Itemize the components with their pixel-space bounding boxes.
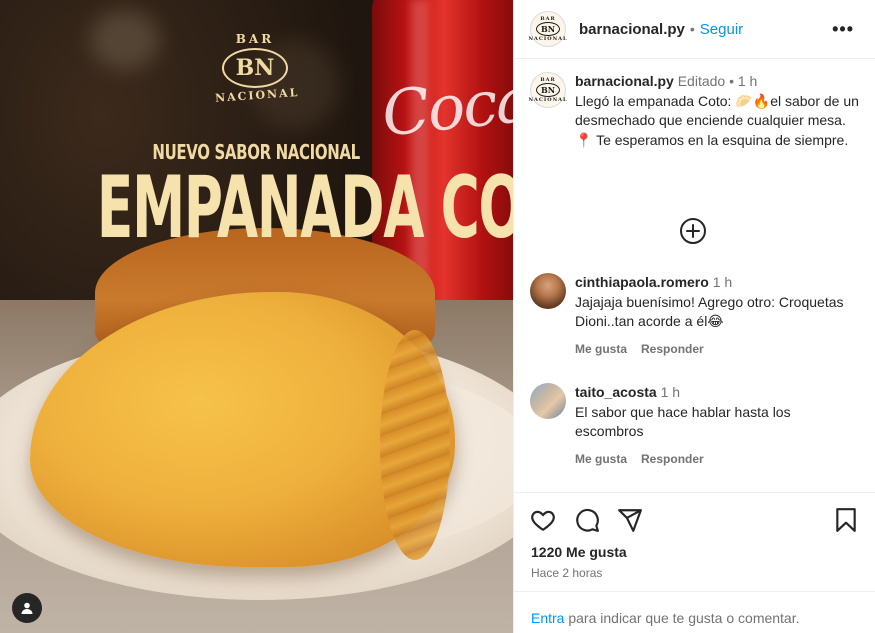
brand-logo-bottom: NACIONAL	[214, 85, 300, 105]
bookmark-icon[interactable]	[833, 507, 859, 533]
comment-actions: Me gusta Responder	[575, 450, 860, 470]
comment-time[interactable]: 1 h	[713, 274, 732, 290]
more-icon: •••	[832, 19, 854, 39]
action-bar	[530, 507, 860, 535]
avatar-logo-bottom: NACIONAL	[528, 36, 568, 42]
soda-can-logo: Coca	[378, 62, 513, 151]
brand-logo-top: BAR	[235, 32, 275, 46]
caption-edited: Editado	[677, 73, 726, 89]
comment-username[interactable]: cinthiapaola.romero	[575, 274, 709, 290]
comment-body: cinthiapaola.romero 1 h Jajajaja buenísi…	[575, 273, 860, 359]
comment-icon[interactable]	[574, 507, 600, 533]
post-caption: BAR BN NACIONAL barnacional.py Editado •…	[528, 72, 860, 150]
caption-username[interactable]: barnacional.py	[575, 73, 674, 89]
comment-username[interactable]: taito_acosta	[575, 384, 657, 400]
caption-text-line1: Llegó la empanada Coto: 🥟🔥el sabor de un…	[575, 92, 859, 129]
caption-separator: •	[729, 73, 734, 89]
heart-icon[interactable]	[530, 507, 556, 533]
comment-text: Jajajaja buenísimo! Agrego otro: Croquet…	[575, 293, 844, 330]
login-prompt: Entra para indicar que te gusta o coment…	[514, 591, 875, 633]
commenter-avatar[interactable]	[530, 273, 566, 309]
empanada-crimped-edge	[380, 330, 450, 560]
comment-time[interactable]: 1 h	[661, 384, 680, 400]
post-header: BAR BN NACIONAL barnacional.py • Seguir …	[514, 0, 875, 59]
comment-like-button[interactable]: Me gusta	[575, 450, 627, 470]
caption-avatar[interactable]: BAR BN NACIONAL	[528, 72, 568, 108]
login-link[interactable]: Entra	[531, 610, 564, 626]
load-more-comments-button[interactable]	[680, 218, 706, 244]
post-timestamp: Hace 2 horas	[531, 566, 603, 580]
plus-circle-icon	[686, 224, 700, 238]
post-media[interactable]: Coca BAR BN NACIONAL NUEVO SABOR NACIONA…	[0, 0, 513, 633]
comment-reply-button[interactable]: Responder	[641, 450, 704, 470]
account-avatar[interactable]: BAR BN NACIONAL	[528, 11, 568, 47]
comment-actions: Me gusta Responder	[575, 340, 860, 360]
comment-item: cinthiapaola.romero 1 h Jajajaja buenísi…	[530, 273, 860, 359]
comment-item: taito_acosta 1 h El sabor que hace habla…	[530, 383, 860, 469]
commenter-avatar[interactable]	[530, 383, 566, 419]
brand-logo: BAR BN NACIONAL	[214, 32, 300, 105]
avatar-logo-initials: BN	[536, 22, 560, 36]
media-title: EMPANADA COTO	[96, 158, 513, 258]
brand-logo-initials: BN	[222, 48, 288, 88]
login-prompt-text: para indicar que te gusta o comentar.	[564, 610, 800, 626]
comment-reply-button[interactable]: Responder	[641, 340, 704, 360]
avatar-logo-bottom: NACIONAL	[528, 97, 568, 103]
comment-text: El sabor que hace hablar hasta los escom…	[575, 403, 791, 440]
header-separator: •	[689, 21, 695, 37]
share-icon[interactable]	[617, 507, 643, 533]
caption-body: barnacional.py Editado • 1 h Llegó la em…	[575, 72, 860, 150]
more-options-button[interactable]: •••	[832, 19, 854, 40]
caption-text-line2: 📍 Te esperamos en la esquina de siempre.	[575, 131, 849, 148]
follow-button[interactable]: Seguir	[700, 21, 743, 38]
user-tag-button[interactable]	[12, 593, 42, 623]
comment-body: taito_acosta 1 h El sabor que hace habla…	[575, 383, 860, 469]
post-panel: BAR BN NACIONAL barnacional.py • Seguir …	[513, 0, 875, 633]
background-bokeh	[90, 10, 160, 70]
caption-time[interactable]: 1 h	[738, 73, 757, 89]
user-tag-icon	[21, 602, 33, 614]
comment-like-button[interactable]: Me gusta	[575, 340, 627, 360]
avatar-logo-initials: BN	[536, 83, 560, 97]
account-username[interactable]: barnacional.py	[579, 21, 685, 38]
likes-count[interactable]: 1220 Me gusta	[531, 544, 627, 560]
post-footer: 1220 Me gusta Hace 2 horas Entra para in…	[514, 492, 875, 633]
